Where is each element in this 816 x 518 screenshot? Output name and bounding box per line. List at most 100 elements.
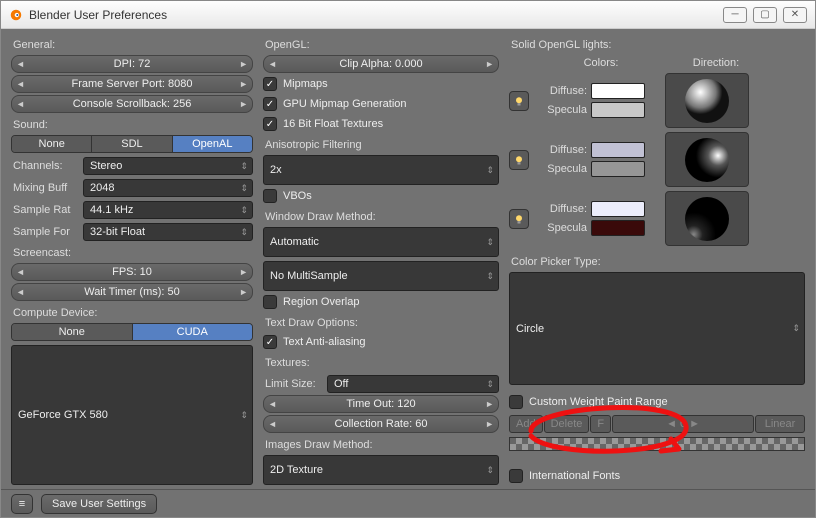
mixing-buffer-dropdown[interactable]: 2048: [83, 179, 253, 197]
float16-checkbox[interactable]: [263, 117, 277, 131]
weight-pos-field[interactable]: ◄0►: [612, 415, 754, 433]
maximize-button[interactable]: ▢: [753, 7, 777, 23]
text-aa-checkbox[interactable]: [263, 335, 277, 349]
light-1-specular-swatch[interactable]: [591, 102, 645, 118]
light-3-direction-sphere[interactable]: [665, 191, 749, 246]
aniso-dropdown[interactable]: 2x: [263, 155, 499, 185]
menu-button[interactable]: ≡: [11, 494, 33, 514]
clip-alpha-field[interactable]: ◄Clip Alpha: 0.000►: [263, 55, 499, 73]
console-scrollback-field[interactable]: ◄Console Scrollback: 256►: [11, 95, 253, 113]
collection-rate-field[interactable]: ◄Collection Rate: 60►: [263, 415, 499, 433]
light-2-specular-swatch[interactable]: [591, 161, 645, 177]
compute-device-label: Compute Device:: [13, 307, 253, 319]
solid-opengl-lights-label: Solid OpenGL lights:: [511, 39, 805, 51]
light-3-specular-swatch[interactable]: [591, 220, 645, 236]
window-draw-method-dropdown[interactable]: Automatic: [263, 227, 499, 257]
light-1-specular-label: Specula: [535, 104, 587, 116]
float16-label: 16 Bit Float Textures: [283, 118, 383, 130]
gpu-mipmap-checkbox[interactable]: [263, 97, 277, 111]
limit-size-dropdown[interactable]: Off: [327, 375, 499, 393]
region-overlap-label: Region Overlap: [283, 296, 359, 308]
color-picker-type-label: Color Picker Type:: [511, 256, 805, 268]
compute-device-dropdown[interactable]: GeForce GTX 580: [11, 345, 253, 485]
light-3-specular-label: Specula: [535, 222, 587, 234]
sample-rate-label: Sample Rat: [11, 204, 79, 216]
window-draw-method-label: Window Draw Method:: [265, 211, 499, 223]
light-3-toggle[interactable]: [509, 209, 529, 229]
channels-label: Channels:: [11, 160, 79, 172]
sample-format-dropdown[interactable]: 32-bit Float: [83, 223, 253, 241]
channels-dropdown[interactable]: Stereo: [83, 157, 253, 175]
window-title: Blender User Preferences: [29, 8, 723, 22]
blender-logo-icon: [9, 8, 23, 22]
aniso-label: Anisotropic Filtering: [265, 139, 499, 151]
light-1-toggle[interactable]: [509, 91, 529, 111]
weight-paint-ramp[interactable]: [509, 437, 805, 451]
text-aa-label: Text Anti-aliasing: [283, 336, 366, 348]
light-1-diffuse-swatch[interactable]: [591, 83, 645, 99]
weight-add-button[interactable]: Add: [509, 415, 543, 433]
light-2-diffuse-label: Diffuse:: [535, 144, 587, 156]
minimize-button[interactable]: ─: [723, 7, 747, 23]
light-2-diffuse-swatch[interactable]: [591, 142, 645, 158]
sound-backend-toggle[interactable]: None SDL OpenAL: [11, 135, 253, 153]
gpu-mipmap-label: GPU Mipmap Generation: [283, 98, 407, 110]
weight-interp-dropdown[interactable]: Linear: [755, 415, 805, 433]
mipmaps-checkbox[interactable]: [263, 77, 277, 91]
textures-label: Textures:: [265, 357, 499, 369]
light-2-row: Diffuse: Specula: [509, 132, 805, 187]
light-2-specular-label: Specula: [535, 163, 587, 175]
vbos-checkbox[interactable]: [263, 189, 277, 203]
light-1-row: Diffuse: Specula: [509, 73, 805, 128]
content-area: General: ◄DPI: 72► ◄Frame Server Port: 8…: [1, 29, 815, 489]
sound-sdl[interactable]: SDL: [92, 136, 172, 152]
mixing-buffer-label: Mixing Buff: [11, 182, 79, 194]
direction-header: Direction:: [669, 57, 763, 69]
sample-rate-dropdown[interactable]: 44.1 kHz: [83, 201, 253, 219]
light-1-diffuse-label: Diffuse:: [535, 85, 587, 97]
region-overlap-checkbox[interactable]: [263, 295, 277, 309]
timeout-field[interactable]: ◄Time Out: 120►: [263, 395, 499, 413]
menu-icon: ≡: [19, 498, 25, 510]
light-3-row: Diffuse: Specula: [509, 191, 805, 246]
window-controls: ─ ▢ ✕: [723, 7, 807, 23]
weight-paint-controls: Add Delete F ◄0► Linear: [509, 415, 805, 433]
sound-label: Sound:: [13, 119, 253, 131]
color-picker-dropdown[interactable]: Circle: [509, 272, 805, 385]
save-user-settings-button[interactable]: Save User Settings: [41, 494, 157, 514]
images-draw-method-dropdown[interactable]: 2D Texture: [263, 455, 499, 485]
sound-none[interactable]: None: [12, 136, 92, 152]
frame-server-port-field[interactable]: ◄Frame Server Port: 8080►: [11, 75, 253, 93]
mipmaps-label: Mipmaps: [283, 78, 328, 90]
screencast-fps-field[interactable]: ◄FPS: 10►: [11, 263, 253, 281]
opengl-label: OpenGL:: [265, 39, 499, 51]
custom-weight-paint-checkbox[interactable]: [509, 395, 523, 409]
text-draw-options-label: Text Draw Options:: [265, 317, 499, 329]
limit-size-label: Limit Size:: [263, 378, 323, 390]
international-fonts-checkbox[interactable]: [509, 469, 523, 483]
compute-none[interactable]: None: [12, 324, 133, 340]
images-draw-method-label: Images Draw Method:: [265, 439, 499, 451]
compute-cuda[interactable]: CUDA: [133, 324, 253, 340]
custom-weight-paint-label: Custom Weight Paint Range: [529, 396, 668, 408]
vbos-label: VBOs: [283, 190, 312, 202]
light-2-toggle[interactable]: [509, 150, 529, 170]
light-3-diffuse-label: Diffuse:: [535, 203, 587, 215]
titlebar: Blender User Preferences ─ ▢ ✕: [1, 1, 815, 29]
light-1-direction-sphere[interactable]: [665, 73, 749, 128]
dpi-field[interactable]: ◄DPI: 72►: [11, 55, 253, 73]
close-button[interactable]: ✕: [783, 7, 807, 23]
preferences-window: Blender User Preferences ─ ▢ ✕ General: …: [0, 0, 816, 518]
sound-openal[interactable]: OpenAL: [173, 136, 252, 152]
multisample-dropdown[interactable]: No MultiSample: [263, 261, 499, 291]
weight-f-button[interactable]: F: [590, 415, 611, 433]
compute-device-toggle[interactable]: None CUDA: [11, 323, 253, 341]
weight-delete-button[interactable]: Delete: [544, 415, 590, 433]
international-fonts-label: International Fonts: [529, 470, 620, 482]
footer: ≡ Save User Settings: [1, 489, 815, 517]
light-3-diffuse-swatch[interactable]: [591, 201, 645, 217]
colors-header: Colors:: [539, 57, 663, 69]
screencast-label: Screencast:: [13, 247, 253, 259]
light-2-direction-sphere[interactable]: [665, 132, 749, 187]
screencast-wait-field[interactable]: ◄Wait Timer (ms): 50►: [11, 283, 253, 301]
